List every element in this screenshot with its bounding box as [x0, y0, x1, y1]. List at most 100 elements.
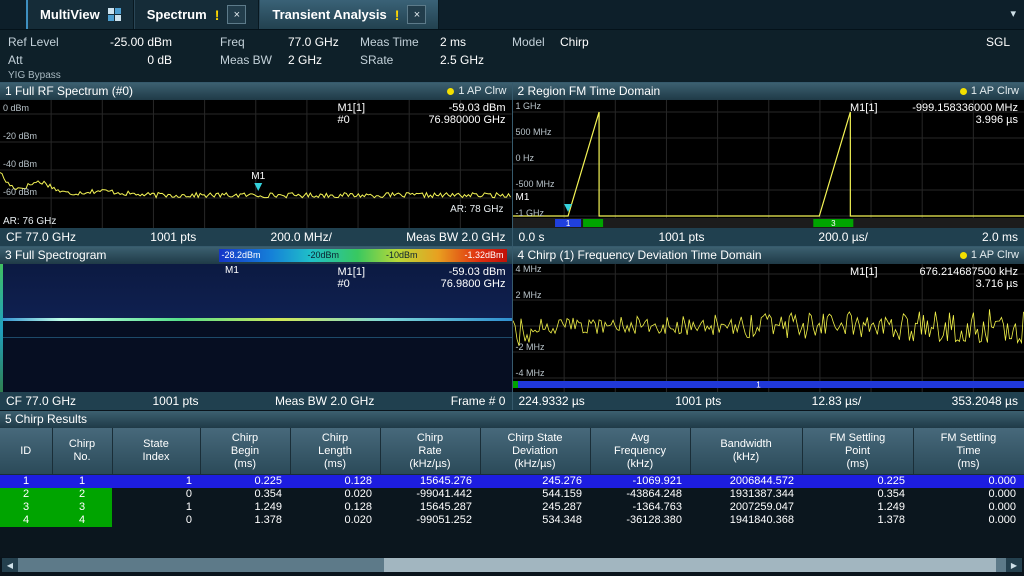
frequency-deviation-chart[interactable]: 1 4 MHz 2 MHz -2 MHz -4 MHz M1[1]676.214…	[513, 264, 1024, 392]
results-title: 5 Chirp Results	[5, 411, 87, 428]
scrollbar-thumb[interactable]	[384, 558, 997, 572]
freq-value[interactable]: 77.0 GHz	[288, 35, 360, 49]
analysis-region-left: AR: 76 GHz	[3, 216, 56, 227]
table-cell: 0.354	[200, 488, 290, 501]
table-cell: 0	[112, 514, 200, 527]
table-row[interactable]: 2200.3540.020-99041.442544.159-43864.248…	[0, 488, 1024, 501]
table-cell: -1364.763	[590, 501, 690, 514]
deviation-trace-svg: 1	[513, 264, 1024, 392]
footer-stop: 353.2048 µs	[952, 394, 1018, 408]
panel-title-bar[interactable]: 3 Full Spectrogram -28.2dBm -20dBm -10dB…	[0, 247, 512, 264]
table-cell: 2	[0, 488, 52, 501]
model-value[interactable]: Chirp	[560, 35, 589, 49]
table-cell: 0.020	[290, 488, 380, 501]
marker-flag: M1	[516, 192, 530, 203]
scale-min-label: -28.2dBm	[222, 247, 261, 264]
panel-full-rf-spectrum[interactable]: 1 Full RF Spectrum (#0) 1 AP Clrw M1 0 d…	[0, 83, 512, 246]
footer-scale: 200.0 MHz/	[271, 230, 332, 244]
trace-info-label: 1 AP Clrw	[458, 83, 506, 100]
svg-text:1: 1	[756, 381, 761, 390]
trace-info-label: 1 AP Clrw	[971, 247, 1019, 264]
table-cell: 3	[52, 501, 112, 514]
column-header: Avg Frequency (kHz)	[590, 428, 690, 475]
column-header: Bandwidth (kHz)	[690, 428, 802, 475]
tab-multiview[interactable]: MultiView	[26, 0, 134, 29]
fm-trace-svg: 13	[513, 100, 1024, 228]
table-cell: 15645.276	[380, 475, 480, 489]
table-cell: 0.225	[802, 475, 913, 489]
table-row[interactable]: 1110.2250.12815645.276245.276-1069.92120…	[0, 475, 1024, 489]
axis-footer: CF 77.0 GHz 1001 pts 200.0 MHz/ Meas BW …	[0, 228, 512, 246]
rf-spectrum-trace-svg: M1	[0, 100, 512, 228]
meas-time-value[interactable]: 2 ms	[440, 35, 512, 49]
table-cell: 1	[112, 501, 200, 514]
marker-flag: M1	[225, 265, 239, 276]
column-header: Chirp Length (ms)	[290, 428, 380, 475]
settings-row-2: Att 0 dB Meas BW 2 GHz SRate 2.5 GHz	[0, 51, 1024, 69]
footer-cf: CF 77.0 GHz	[6, 394, 76, 408]
att-label: Att	[8, 53, 80, 67]
ref-level-value[interactable]: -25.00 dBm	[80, 35, 172, 49]
table-cell: 0	[112, 488, 200, 501]
att-value[interactable]: 0 dB	[80, 53, 172, 67]
freq-label: Freq	[220, 35, 288, 49]
panel-title-bar[interactable]: 2 Region FM Time Domain 1 AP Clrw	[513, 83, 1024, 100]
scroll-left-icon[interactable]: ◀	[2, 558, 18, 572]
panel-title: 3 Full Spectrogram	[5, 247, 106, 264]
footer-points: 1001 pts	[658, 230, 704, 244]
spectrogram-color-scale: -28.2dBm -20dBm -10dBm -1.32dBm	[219, 249, 507, 262]
fm-time-domain-chart[interactable]: 13 1 GHz 500 MHz 0 Hz -500 MHz -1 GHz M1…	[513, 100, 1024, 228]
footer-points: 1001 pts	[150, 230, 196, 244]
table-cell: 2007259.047	[690, 501, 802, 514]
warning-icon: !	[215, 7, 220, 23]
panel-region-fm-time-domain[interactable]: 2 Region FM Time Domain 1 AP Clrw 13 1 G…	[513, 83, 1024, 246]
chevron-down-icon[interactable]: ▾	[1010, 7, 1016, 20]
chirp-results-table: ID Chirp No. State Index Chirp Begin (ms…	[0, 428, 1024, 527]
spectrogram-chart[interactable]: M1 M1[1]-59.03 dBm #076.9800 GHz	[0, 264, 512, 392]
table-cell: 0.354	[802, 488, 913, 501]
table-cell: 15645.287	[380, 501, 480, 514]
table-cell: 0.225	[200, 475, 290, 489]
table-cell: 245.276	[480, 475, 590, 489]
analysis-region-right: AR: 78 GHz	[450, 204, 503, 215]
panel-full-spectrogram[interactable]: 3 Full Spectrogram -28.2dBm -20dBm -10dB…	[0, 247, 512, 410]
results-title-bar[interactable]: 5 Chirp Results	[0, 411, 1024, 428]
meas-bw-value[interactable]: 2 GHz	[288, 53, 360, 67]
table-row[interactable]: 3311.2490.12815645.287245.287-1364.76320…	[0, 501, 1024, 514]
column-header: FM Settling Time (ms)	[913, 428, 1024, 475]
table-cell: 1.249	[802, 501, 913, 514]
column-header: Chirp State Deviation (kHz/µs)	[480, 428, 590, 475]
footer-bw: Meas BW 2.0 GHz	[275, 394, 374, 408]
table-cell: 0.020	[290, 514, 380, 527]
table-cell: 1941840.368	[690, 514, 802, 527]
tab-label: Spectrum	[147, 7, 207, 22]
table-cell: 245.287	[480, 501, 590, 514]
trace-info: 1 AP Clrw	[447, 83, 506, 100]
table-cell: 534.348	[480, 514, 590, 527]
svg-text:1: 1	[565, 219, 570, 228]
table-row[interactable]: 4401.3780.020-99051.252534.348-36128.380…	[0, 514, 1024, 527]
close-icon[interactable]: ×	[407, 5, 426, 24]
trace-color-icon	[447, 88, 454, 95]
close-icon[interactable]: ×	[227, 5, 246, 24]
panel-title: 2 Region FM Time Domain	[518, 83, 661, 100]
srate-value[interactable]: 2.5 GHz	[440, 53, 512, 67]
single-sweep-badge: SGL	[986, 35, 1010, 49]
panel-title-bar[interactable]: 1 Full RF Spectrum (#0) 1 AP Clrw	[0, 83, 512, 100]
panel-title: 4 Chirp (1) Frequency Deviation Time Dom…	[518, 247, 762, 264]
rf-spectrum-chart[interactable]: M1 0 dBm -20 dBm -40 dBm -60 dBm M1[1]-5…	[0, 100, 512, 228]
panel-title-bar[interactable]: 4 Chirp (1) Frequency Deviation Time Dom…	[513, 247, 1024, 264]
tab-spectrum[interactable]: Spectrum ! ×	[134, 0, 260, 29]
horizontal-scrollbar[interactable]: ◀ ▶	[2, 558, 1022, 572]
axis-footer: 224.9332 µs 1001 pts 12.83 µs/ 353.2048 …	[513, 392, 1024, 410]
scrollbar-track[interactable]	[18, 558, 1006, 572]
table-cell: -36128.380	[590, 514, 690, 527]
panel-chirp-frequency-deviation[interactable]: 4 Chirp (1) Frequency Deviation Time Dom…	[513, 247, 1024, 410]
scroll-right-icon[interactable]: ▶	[1006, 558, 1022, 572]
table-cell: 0.128	[290, 475, 380, 489]
table-cell: 1	[0, 475, 52, 489]
tab-transient-analysis[interactable]: Transient Analysis ! ×	[259, 0, 439, 29]
column-header: State Index	[112, 428, 200, 475]
footer-scale: 200.0 µs/	[818, 230, 868, 244]
table-cell: 1931387.344	[690, 488, 802, 501]
